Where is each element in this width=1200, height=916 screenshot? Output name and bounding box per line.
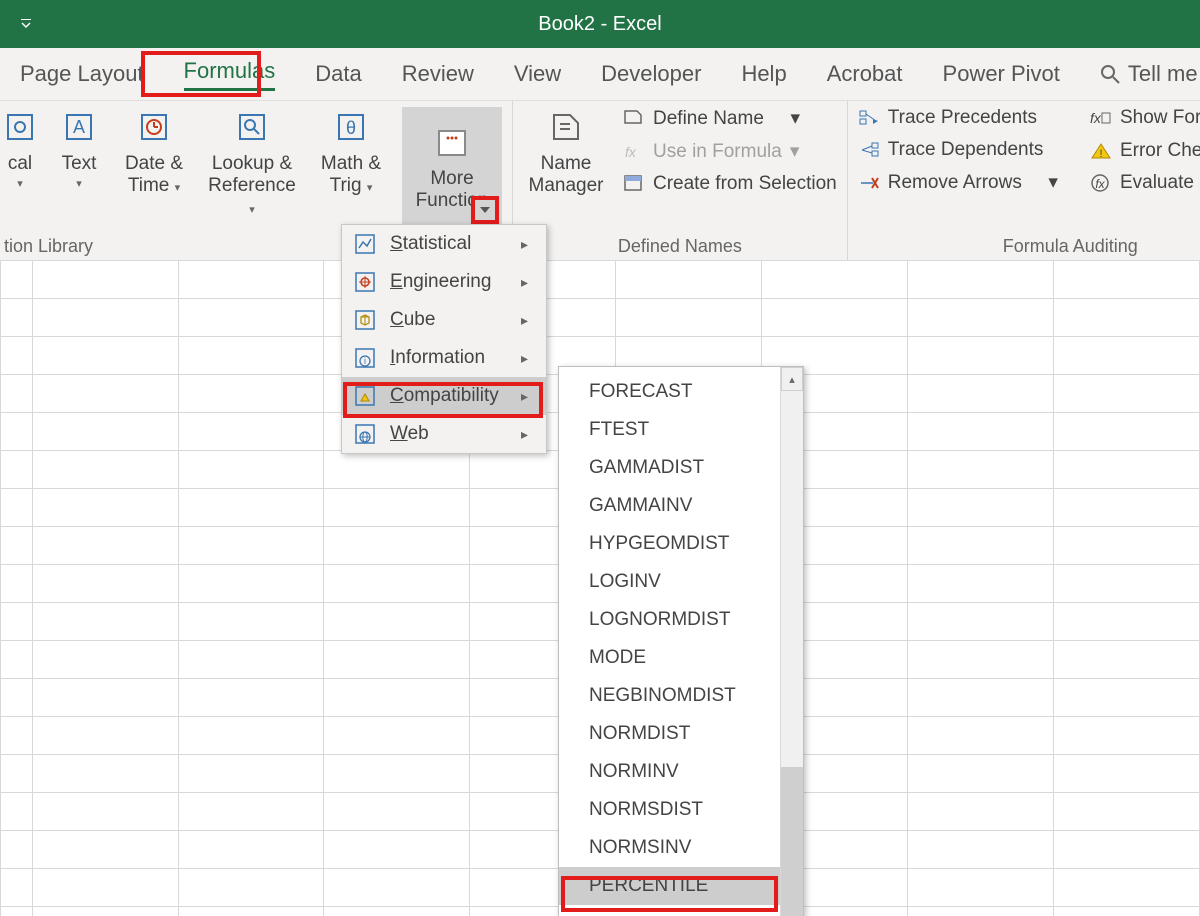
tab-review[interactable]: Review xyxy=(382,51,494,97)
trace-dependents-button[interactable]: Trace Dependents xyxy=(858,139,1058,161)
error-checking-button[interactable]: ! Error Checking ▾ xyxy=(1090,139,1200,162)
math-trig-button[interactable]: θ Math & Trig ▾ xyxy=(314,107,388,199)
menu-web[interactable]: Web ▸ xyxy=(342,415,546,453)
svg-text:A: A xyxy=(73,117,85,137)
web-icon xyxy=(354,423,376,445)
magnifier-icon xyxy=(236,107,268,147)
name-manager-button[interactable]: Name Manager xyxy=(523,107,609,197)
tab-power-pivot[interactable]: Power Pivot xyxy=(923,51,1080,97)
compatibility-function-list: FORECAST FTEST GAMMADIST GAMMAINV HYPGEO… xyxy=(558,366,804,916)
scroll-up-button[interactable]: ▴ xyxy=(781,367,803,391)
submenu-arrow-icon: ▸ xyxy=(521,312,528,329)
app-name: Excel xyxy=(613,13,662,35)
svg-text:i: i xyxy=(364,356,366,366)
tab-help[interactable]: Help xyxy=(721,51,806,97)
group-defined-names: Name Manager Define Name ▾ fx Use in For… xyxy=(513,101,848,261)
cube-icon xyxy=(354,309,376,331)
func-negbinomdist[interactable]: NEGBINOMDIST xyxy=(559,677,780,715)
evaluate-formula-button[interactable]: fx Evaluate Formula xyxy=(1090,172,1200,194)
menu-cube[interactable]: Cube ▸ xyxy=(342,301,546,339)
create-from-selection-button[interactable]: Create from Selection xyxy=(623,173,837,195)
text-functions-button[interactable]: A Text ▾ xyxy=(54,107,104,195)
show-formulas-icon: fx xyxy=(1090,109,1112,127)
error-checking-icon: ! xyxy=(1090,142,1112,160)
more-icon xyxy=(435,122,469,162)
func-normsdist[interactable]: NORMSDIST xyxy=(559,791,780,829)
logical-button[interactable]: cal ▾ xyxy=(0,107,40,195)
func-lognormdist[interactable]: LOGNORMDIST xyxy=(559,601,780,639)
more-functions-button[interactable]: MoreFunction xyxy=(402,107,502,227)
window-title: Book2 - Excel xyxy=(538,13,661,36)
submenu-arrow-icon: ▸ xyxy=(521,274,528,291)
tab-acrobat[interactable]: Acrobat xyxy=(807,51,923,97)
svg-text:!: ! xyxy=(1099,148,1102,160)
date-time-button[interactable]: Date & Time ▾ xyxy=(118,107,190,199)
func-gammainv[interactable]: GAMMAINV xyxy=(559,487,780,525)
trace-precedents-icon xyxy=(858,109,880,127)
theta-icon: θ xyxy=(335,107,367,147)
info-icon: i xyxy=(354,347,376,369)
menu-compatibility[interactable]: Compatibility ▸ xyxy=(342,377,546,415)
tag-icon xyxy=(548,107,584,147)
svg-text:fx: fx xyxy=(1090,110,1102,126)
submenu-arrow-icon: ▸ xyxy=(521,236,528,253)
engineering-icon xyxy=(354,271,376,293)
clock-icon xyxy=(138,107,170,147)
func-percentile[interactable]: PERCENTILE xyxy=(559,867,780,905)
quick-access-customize-icon[interactable] xyxy=(20,18,32,30)
book-icon xyxy=(4,107,36,147)
svg-text:fx: fx xyxy=(1095,177,1105,191)
formula-icon: fx xyxy=(623,142,645,162)
text-icon: A xyxy=(63,107,95,147)
func-forecast[interactable]: FORECAST xyxy=(559,373,780,411)
trace-dependents-icon xyxy=(858,141,880,159)
func-norminv[interactable]: NORMINV xyxy=(559,753,780,791)
trace-precedents-button[interactable]: Trace Precedents xyxy=(858,107,1058,129)
tell-me-search[interactable]: Tell me xyxy=(1080,51,1200,97)
svg-text:fx: fx xyxy=(625,144,637,160)
evaluate-formula-icon: fx xyxy=(1090,174,1112,192)
submenu-arrow-icon: ▸ xyxy=(521,350,528,367)
svg-text:θ: θ xyxy=(346,118,356,138)
func-normsinv[interactable]: NORMSINV xyxy=(559,829,780,867)
function-list-scrollbar[interactable]: ▴ xyxy=(780,367,803,916)
tab-view[interactable]: View xyxy=(494,51,581,97)
define-name-button[interactable]: Define Name ▾ xyxy=(623,107,837,130)
menu-information[interactable]: i Information ▸ xyxy=(342,339,546,377)
group-label-defined-names: Defined Names xyxy=(523,230,837,257)
func-normdist[interactable]: NORMDIST xyxy=(559,715,780,753)
menu-statistical[interactable]: Statistical ▸ xyxy=(342,225,546,263)
define-name-icon xyxy=(623,109,645,129)
group-label-formula-auditing: Formula Auditing xyxy=(858,230,1200,257)
use-in-formula-button: fx Use in Formula ▾ xyxy=(623,140,837,163)
remove-arrows-button[interactable]: Remove Arrows ▾ xyxy=(858,171,1058,194)
show-formulas-button[interactable]: fx Show Formulas xyxy=(1090,107,1200,129)
compatibility-icon xyxy=(354,385,376,407)
tab-data[interactable]: Data xyxy=(295,51,381,97)
group-formula-auditing: Trace Precedents Trace Dependents Remove… xyxy=(848,101,1200,261)
ribbon-tabs: Page Layout Formulas Data Review View De… xyxy=(0,48,1200,101)
func-gammadist[interactable]: GAMMADIST xyxy=(559,449,780,487)
lookup-reference-button[interactable]: Lookup & Reference ▾ xyxy=(204,107,300,221)
document-name: Book2 xyxy=(538,13,595,35)
submenu-arrow-icon: ▸ xyxy=(521,426,528,443)
func-mode[interactable]: MODE xyxy=(559,639,780,677)
submenu-arrow-icon: ▸ xyxy=(521,388,528,405)
scroll-thumb[interactable] xyxy=(781,767,803,916)
stats-icon xyxy=(354,233,376,255)
menu-engineering[interactable]: Engineering ▸ xyxy=(342,263,546,301)
more-functions-menu: Statistical ▸ Engineering ▸ Cube ▸ i Inf… xyxy=(341,224,547,454)
more-functions-dropdown-icon[interactable] xyxy=(471,196,499,224)
func-ftest[interactable]: FTEST xyxy=(559,411,780,449)
selection-icon xyxy=(623,174,645,194)
title-bar: Book2 - Excel xyxy=(0,0,1200,48)
search-icon xyxy=(1100,64,1120,84)
func-loginv[interactable]: LOGINV xyxy=(559,563,780,601)
func-hypgeomdist[interactable]: HYPGEOMDIST xyxy=(559,525,780,563)
remove-arrows-icon xyxy=(858,174,880,192)
tab-formulas[interactable]: Formulas xyxy=(164,48,296,101)
ribbon: cal ▾ A Text ▾ Date & Time ▾ Lookup & Re… xyxy=(0,101,1200,262)
tab-developer[interactable]: Developer xyxy=(581,51,721,97)
tab-page-layout[interactable]: Page Layout xyxy=(0,51,164,97)
